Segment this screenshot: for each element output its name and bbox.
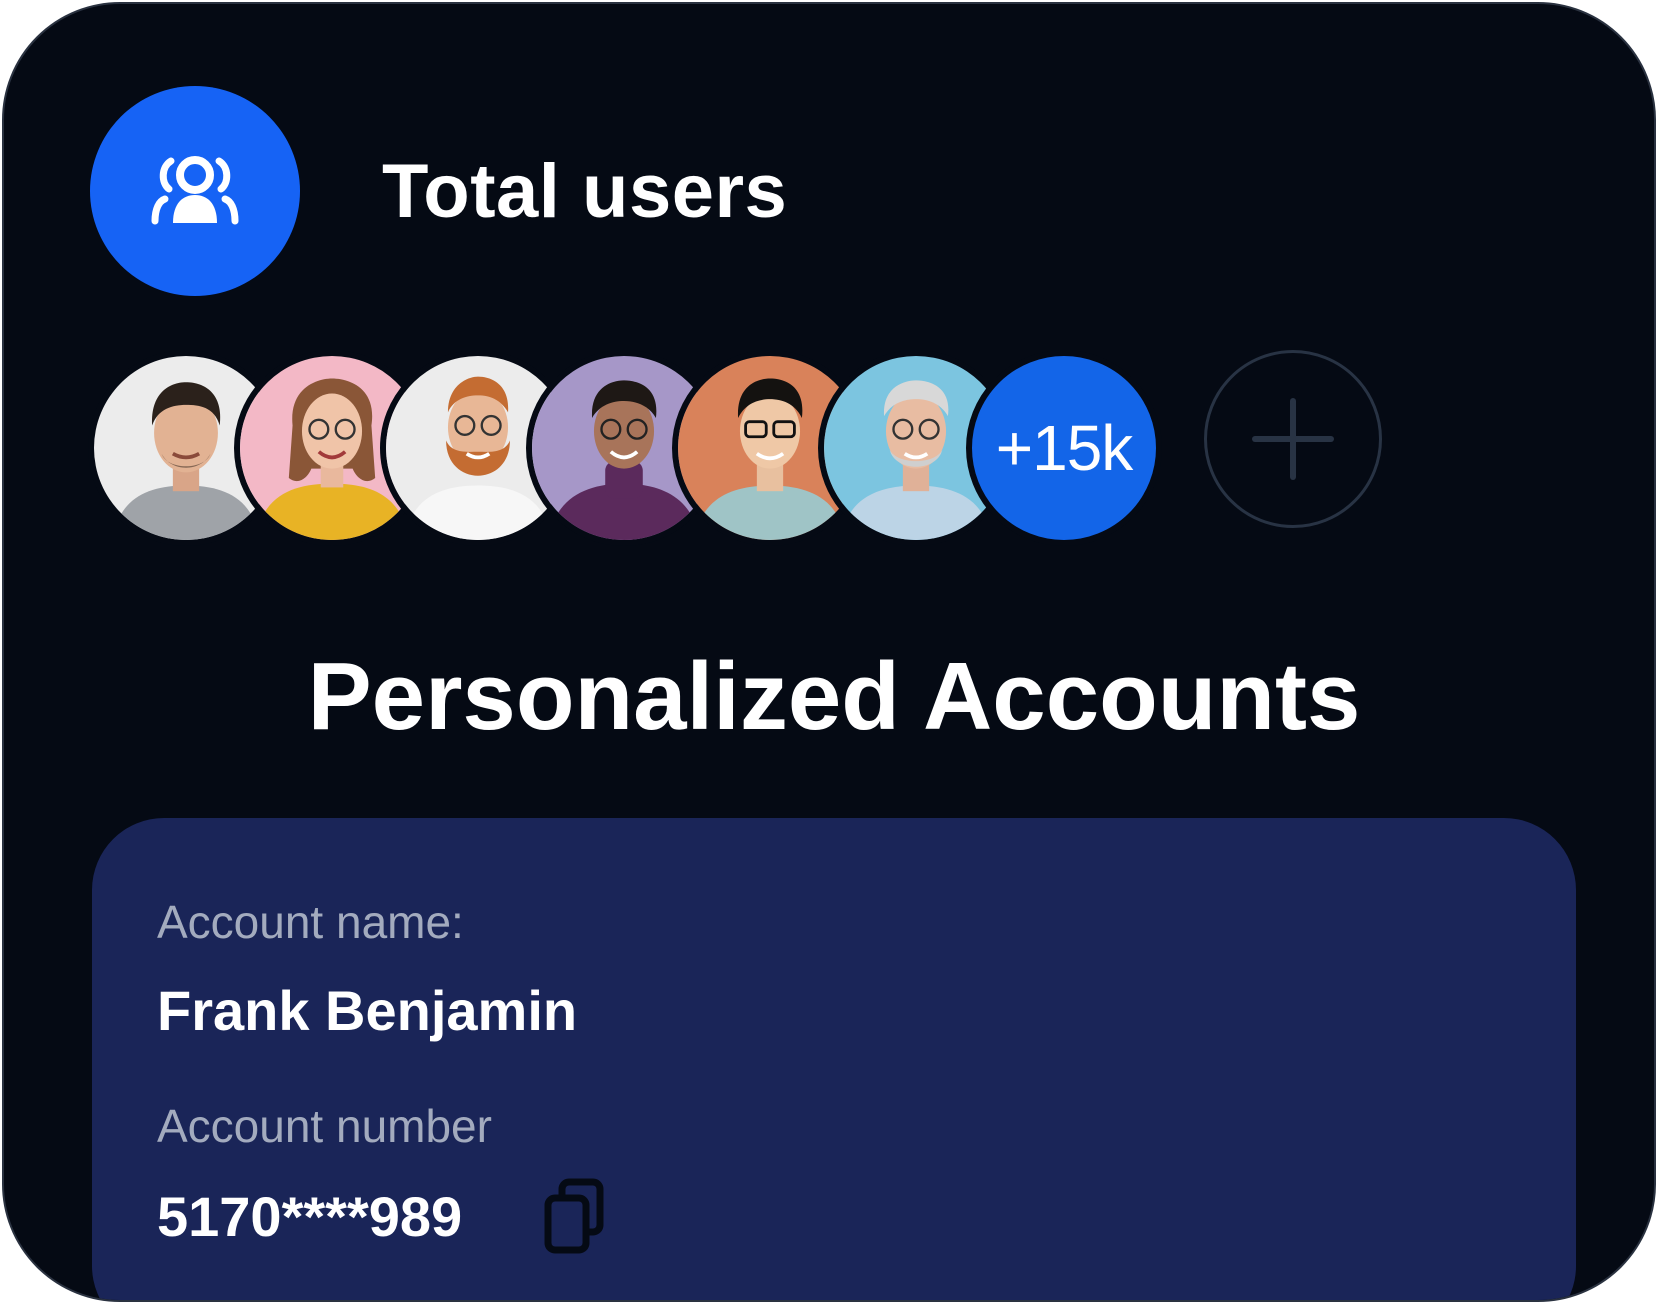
account-name-value: Frank Benjamin <box>157 979 578 1042</box>
copy-icon[interactable] <box>542 1178 606 1254</box>
more-users-badge[interactable]: +15k <box>966 350 1162 546</box>
users-icon <box>151 156 239 225</box>
total-users-panel: Total users +15k Personalized Accounts A… <box>2 2 1656 1302</box>
users-badge <box>90 86 300 296</box>
plus-icon <box>1252 398 1334 480</box>
account-name-label: Account name: <box>157 896 464 948</box>
account-card: Account name: Frank Benjamin Account num… <box>92 818 1576 1300</box>
add-user-button[interactable] <box>1204 350 1382 528</box>
account-number-label: Account number <box>157 1100 492 1152</box>
total-users-title: Total users <box>382 149 788 234</box>
account-number-value: 5170****989 <box>157 1185 463 1248</box>
personalized-accounts-heading: Personalized Accounts <box>307 643 1361 750</box>
